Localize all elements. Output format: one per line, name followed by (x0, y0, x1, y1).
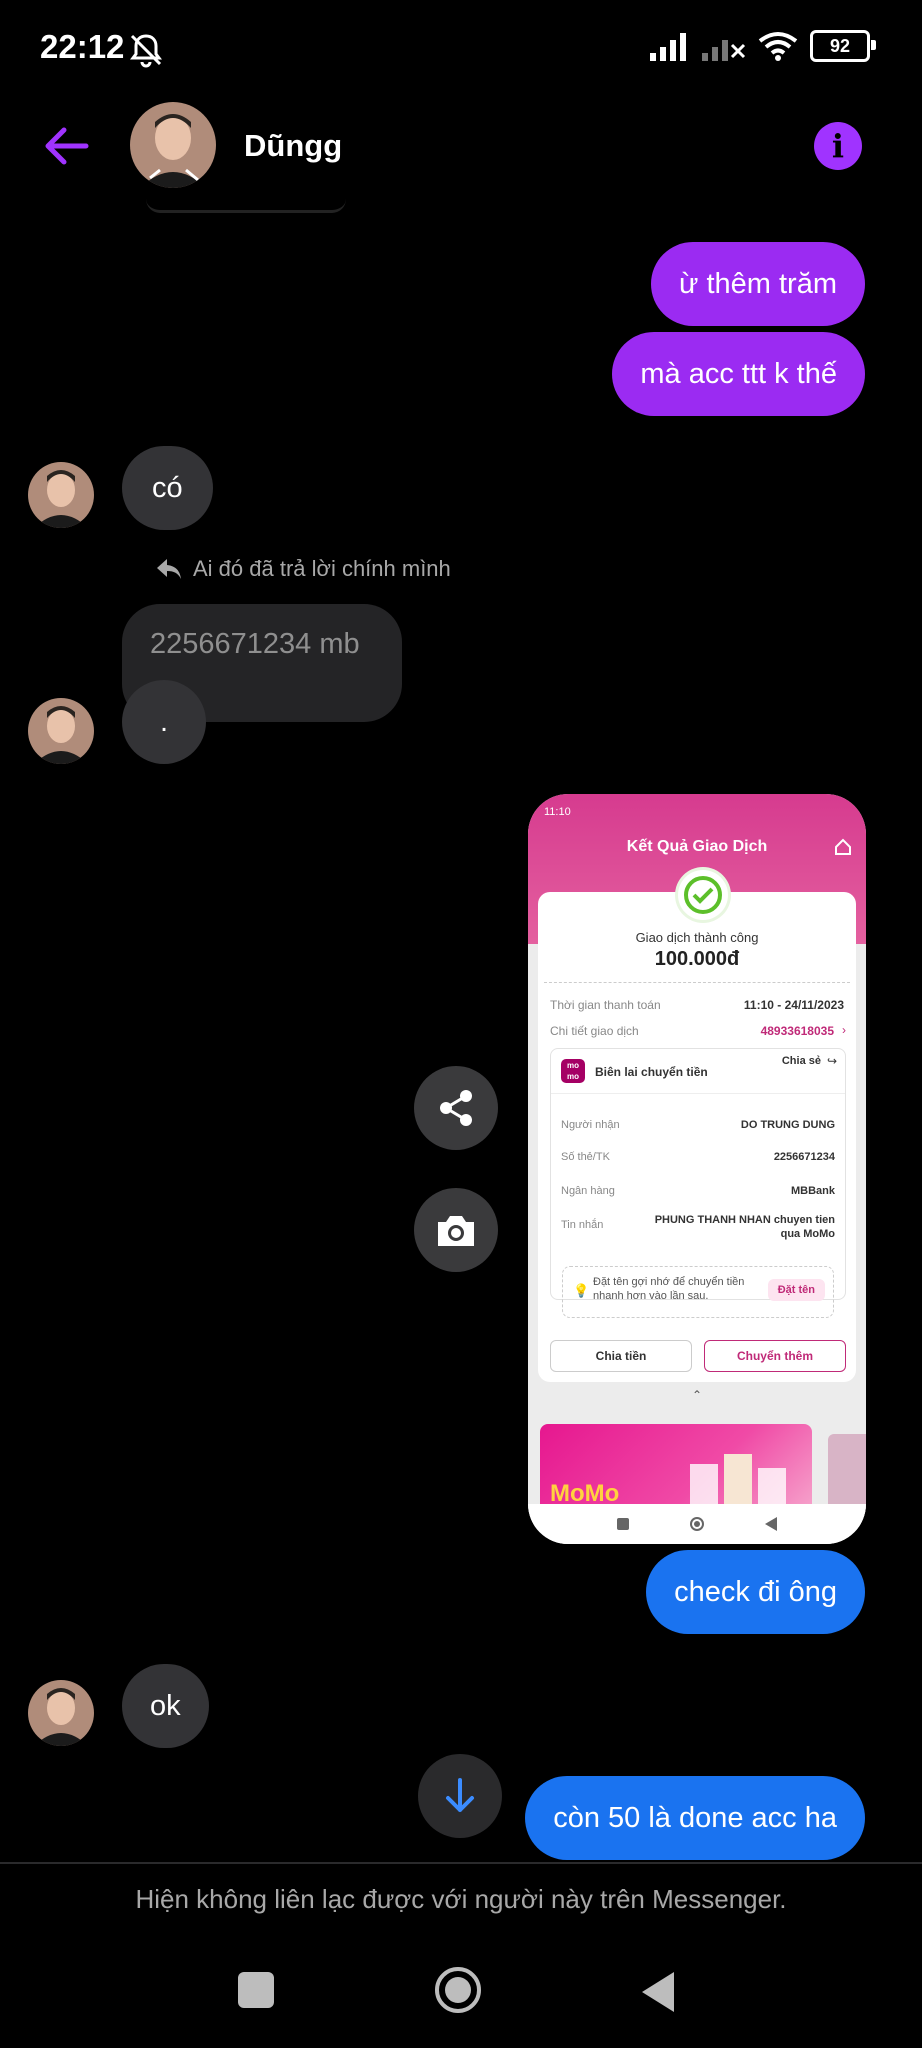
time-label: Thời gian thanh toán (550, 998, 661, 1012)
status-icons: 92 (650, 30, 876, 62)
time-value: 11:10 - 24/11/2023 (743, 998, 844, 1012)
transaction-card: Giao dịch thành công 100.000đ Thời gian … (538, 870, 856, 1382)
mute-bell-icon (126, 30, 166, 70)
bank-label: Ngân hàng (561, 1185, 615, 1197)
screenshot-title: Kết Quả Giao Dịch (626, 838, 768, 855)
share-button[interactable] (414, 1066, 498, 1150)
reply-note-text: Ai đó đã trả lời chính mình (193, 556, 451, 581)
scroll-to-bottom-button[interactable] (418, 1754, 502, 1838)
recent-apps-button[interactable] (238, 1972, 274, 2008)
triangle-back-icon (642, 1972, 674, 2012)
nickname-hint-box: 💡 Đặt tên gợi nhớ để chuyển tiền nhanh h… (562, 1266, 834, 1318)
nav-square-icon (617, 1518, 629, 1530)
composer-divider (0, 1862, 922, 1864)
promo-banner-next (828, 1434, 866, 1514)
arrow-down-icon (446, 1778, 474, 1812)
reply-arrow-icon (157, 559, 181, 579)
info-button[interactable]: i (814, 122, 862, 170)
nav-back-icon (765, 1517, 777, 1531)
contact-avatar[interactable] (130, 102, 216, 188)
home-icon (835, 838, 851, 855)
status-time: 22:12 (40, 28, 125, 65)
receipt-box: mo mo Biên lai chuyển tiền Chia sẻ ↪ Ngư… (550, 1048, 846, 1300)
contact-name[interactable]: Dũngg (244, 128, 342, 164)
home-circle-icon (435, 1967, 481, 2013)
signal-icon (650, 33, 686, 61)
incoming-message[interactable]: . (122, 680, 206, 764)
detail-value: 48933618035 (760, 1024, 834, 1038)
system-back-button[interactable] (640, 1970, 676, 2014)
image-message[interactable]: 11:10 Kết Quả Giao Dịch Giao dịch thành … (528, 794, 866, 1544)
recipient-value: DO TRUNG DUNG (740, 1119, 835, 1131)
share-icon (440, 1090, 472, 1126)
divider (544, 982, 850, 983)
screenshot-nav-bar (528, 1504, 866, 1544)
signal-off-icon (702, 40, 746, 61)
split-button[interactable]: Chia tiền (550, 1340, 692, 1372)
outgoing-message[interactable]: check đi ông (646, 1550, 865, 1634)
account-label: Số thẻ/TK (561, 1151, 610, 1163)
outgoing-message[interactable]: mà acc ttt k thế (612, 332, 865, 416)
chevron-right-icon: › (842, 1023, 846, 1037)
message-label: Tin nhắn (561, 1219, 604, 1231)
promo-banner[interactable]: MoMo (540, 1424, 812, 1514)
divider (551, 1093, 845, 1094)
hint-text: Đặt tên gợi nhớ để chuyển tiền nhanh hơn… (593, 1276, 745, 1302)
incoming-message[interactable]: có (122, 446, 213, 530)
camera-button[interactable] (414, 1188, 498, 1272)
home-button[interactable] (434, 1966, 482, 2014)
battery-indicator: 92 (810, 30, 876, 62)
success-check-icon (678, 870, 728, 920)
detail-label: Chi tiết giao dịch (550, 1024, 639, 1038)
partial-message-edge (146, 190, 346, 213)
amount: 100.000đ (654, 948, 740, 970)
transfer-more-button[interactable]: Chuyển thêm (704, 1340, 846, 1372)
incoming-message[interactable]: ok (122, 1664, 209, 1748)
outgoing-message[interactable]: ừ thêm trăm (651, 242, 865, 326)
share-text: Chia sẻ (781, 1055, 821, 1067)
back-button[interactable] (38, 118, 94, 174)
share-arrow-icon: ↪ (826, 1054, 837, 1068)
bank-value: MBBank (790, 1185, 835, 1197)
momo-logo: mo mo (561, 1059, 585, 1083)
success-text: Giao dịch thành công (635, 930, 759, 945)
message-value: PHUNG THANH NHAN chuyen tien qua MoMo (654, 1214, 835, 1240)
chevron-up-icon: ⌃ (692, 1388, 703, 1402)
receipt-title: Biên lai chuyển tiền (595, 1065, 708, 1079)
bulb-icon: 💡 (573, 1283, 590, 1298)
reply-quote-text: 2256671234 mb (150, 628, 360, 660)
name-button[interactable]: Đặt tên (767, 1279, 825, 1301)
wifi-icon (758, 32, 798, 61)
contact-avatar-small[interactable] (28, 698, 94, 764)
contact-avatar-small[interactable] (28, 462, 94, 528)
reply-indicator: Ai đó đã trả lời chính mình (155, 556, 451, 582)
unavailable-notice: Hiện không liên lạc được với người này t… (135, 1884, 787, 1914)
nav-home-icon (690, 1517, 704, 1531)
outgoing-message[interactable]: còn 50 là done acc ha (525, 1776, 865, 1860)
recipient-label: Người nhận (561, 1119, 620, 1131)
contact-avatar-small[interactable] (28, 1680, 94, 1746)
camera-icon (438, 1216, 474, 1246)
back-arrow-icon (45, 127, 89, 165)
account-value: 2256671234 (773, 1151, 835, 1163)
screenshot-status-time: 11:10 (544, 806, 571, 818)
